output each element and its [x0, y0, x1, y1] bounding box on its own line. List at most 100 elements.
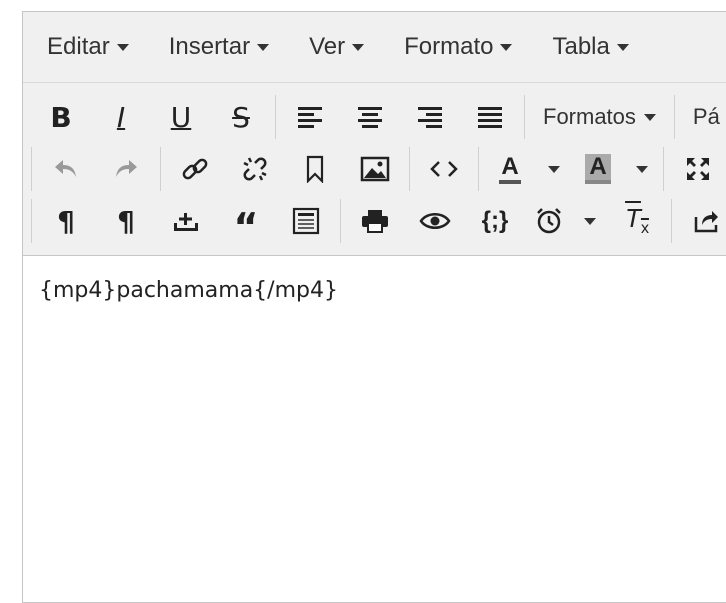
time-dropdown[interactable] — [573, 199, 607, 243]
template-icon — [292, 207, 320, 235]
italic-icon: I — [116, 100, 126, 134]
editor-text: {mp4}pachamama{/mp4} — [39, 278, 338, 303]
time-icon — [537, 208, 561, 234]
bold-button[interactable]: B — [31, 95, 91, 139]
time-button[interactable] — [525, 199, 573, 243]
chevron-down-icon — [636, 165, 648, 173]
bookmark-icon — [306, 155, 324, 183]
menu-insertar-label: Insertar — [168, 33, 251, 60]
toolbar: B I U S Formatos Pá A A ¶ ¶ “ {;} Tx — [23, 83, 726, 256]
toolbar-separator — [160, 147, 161, 191]
align-left-button[interactable] — [280, 95, 340, 139]
toolbar-separator — [478, 147, 479, 191]
toolbar-separator — [409, 147, 410, 191]
paragraph-ltr-button[interactable]: ¶ — [36, 199, 96, 243]
paragraph-dropdown[interactable]: Pá — [679, 95, 726, 139]
image-icon — [360, 156, 390, 182]
bold-icon: B — [50, 100, 72, 134]
chevron-down-icon — [116, 43, 129, 51]
print-icon — [362, 210, 388, 233]
export-button[interactable] — [676, 199, 726, 243]
preview-icon — [419, 213, 451, 229]
menu-ver[interactable]: Ver — [289, 33, 384, 61]
menu-ver-label: Ver — [309, 33, 346, 60]
align-right-button[interactable] — [400, 95, 460, 139]
code-sample-icon: {;} — [481, 207, 509, 234]
menu-tabla[interactable]: Tabla — [532, 33, 648, 61]
menu-tabla-label: Tabla — [552, 33, 610, 60]
fullscreen-button[interactable] — [668, 147, 726, 191]
font-color-icon: A — [499, 154, 521, 184]
rich-text-editor: Editar Insertar Ver Formato Tabla B I U … — [22, 11, 726, 603]
toolbar-separator — [671, 199, 672, 243]
background-color-button[interactable]: A — [571, 147, 625, 191]
link-icon — [182, 158, 208, 180]
unlink-button[interactable] — [225, 147, 285, 191]
toolbar-separator — [340, 199, 341, 243]
menu-formato-label: Formato — [404, 33, 494, 60]
insert-button[interactable] — [156, 199, 216, 243]
undo-button[interactable] — [36, 147, 96, 191]
toolbar-separator — [673, 95, 675, 139]
code-button[interactable] — [414, 147, 474, 191]
menubar: Editar Insertar Ver Formato Tabla — [23, 12, 726, 83]
menu-insertar[interactable]: Insertar — [149, 33, 289, 61]
background-color-dropdown[interactable] — [625, 147, 659, 191]
paragraph-rtl-icon: ¶ — [117, 204, 135, 238]
menu-editar-label: Editar — [47, 33, 110, 60]
blockquote-button[interactable]: “ — [216, 199, 276, 249]
align-left-icon — [298, 107, 322, 128]
align-justify-icon — [478, 107, 502, 128]
toolbar-separator — [524, 95, 525, 139]
remove-format-button[interactable]: Tx — [607, 199, 667, 243]
redo-button[interactable] — [96, 147, 156, 191]
chevron-down-icon — [584, 217, 596, 225]
chevron-down-icon — [616, 43, 629, 51]
align-right-icon — [418, 107, 442, 128]
redo-icon — [116, 160, 137, 177]
align-center-button[interactable] — [340, 95, 400, 139]
remove-format-icon: Tx — [625, 203, 649, 238]
image-button[interactable] — [345, 147, 405, 191]
insert-icon — [174, 213, 198, 231]
chevron-down-icon — [352, 43, 365, 51]
link-button[interactable] — [165, 147, 225, 191]
code-icon — [430, 161, 458, 177]
background-color-icon: A — [585, 154, 611, 184]
blockquote-icon: “ — [233, 205, 259, 249]
paragraph-rtl-button[interactable]: ¶ — [96, 199, 156, 243]
align-justify-button[interactable] — [460, 95, 520, 139]
toolbar-separator — [31, 199, 32, 243]
fullscreen-icon — [687, 158, 709, 180]
italic-button[interactable]: I — [91, 95, 151, 139]
editor-content[interactable]: {mp4}pachamama{/mp4} — [23, 256, 726, 325]
strikethrough-icon: S — [232, 100, 250, 134]
font-color-button[interactable]: A — [483, 147, 537, 191]
bookmark-button[interactable] — [285, 147, 345, 191]
preview-button[interactable] — [405, 199, 465, 243]
toolbar-row-3: ¶ ¶ “ {;} Tx — [23, 195, 726, 247]
chevron-down-icon — [643, 113, 656, 121]
toolbar-separator — [663, 147, 664, 191]
formats-dropdown[interactable]: Formatos — [529, 95, 670, 139]
underline-button[interactable]: U — [151, 95, 211, 139]
menu-editar[interactable]: Editar — [27, 33, 149, 61]
toolbar-separator — [31, 147, 32, 191]
template-button[interactable] — [276, 199, 336, 243]
toolbar-row-1: B I U S Formatos Pá — [23, 91, 726, 143]
print-button[interactable] — [345, 199, 405, 243]
menu-formato[interactable]: Formato — [384, 33, 532, 61]
paragraph-ltr-icon: ¶ — [57, 204, 75, 238]
chevron-down-icon — [500, 43, 513, 51]
paragraph-label: Pá — [692, 104, 720, 129]
undo-icon — [55, 160, 76, 177]
chevron-down-icon — [257, 43, 270, 51]
toolbar-row-2: A A — [23, 143, 726, 195]
strikethrough-button[interactable]: S — [211, 95, 271, 139]
underline-icon: U — [170, 100, 192, 134]
unlink-icon — [243, 157, 267, 181]
font-color-dropdown[interactable] — [537, 147, 571, 191]
formats-label: Formatos — [543, 104, 636, 129]
code-sample-button[interactable]: {;} — [465, 199, 525, 243]
align-center-icon — [358, 107, 382, 128]
